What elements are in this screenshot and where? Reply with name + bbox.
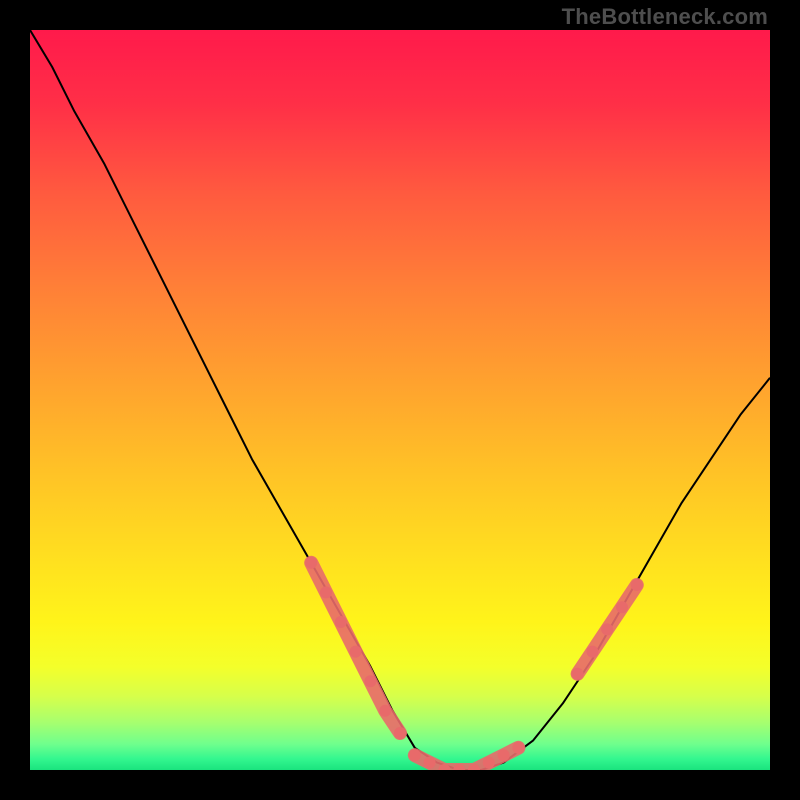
marker-dot bbox=[601, 623, 613, 635]
marker-dot bbox=[350, 646, 362, 658]
marker-dot bbox=[394, 727, 406, 739]
watermark-text: TheBottleneck.com bbox=[562, 4, 768, 30]
marker-dot bbox=[572, 668, 584, 680]
plot-area bbox=[30, 30, 770, 770]
marker-dot bbox=[631, 579, 643, 591]
chart-frame: TheBottleneck.com bbox=[0, 0, 800, 800]
marker-dot bbox=[424, 757, 436, 769]
marker-dot bbox=[616, 601, 628, 613]
marker-dot bbox=[379, 705, 391, 717]
marker-dot bbox=[409, 749, 421, 761]
marker-dot bbox=[364, 675, 376, 687]
marker-dot bbox=[320, 586, 332, 598]
marker-dot bbox=[586, 646, 598, 658]
marker-dot bbox=[512, 742, 524, 754]
bottleneck-chart bbox=[30, 30, 770, 770]
gradient-background bbox=[30, 30, 770, 770]
marker-dot bbox=[483, 757, 495, 769]
marker-dot bbox=[498, 749, 510, 761]
marker-dot bbox=[305, 557, 317, 569]
marker-dot bbox=[335, 616, 347, 628]
